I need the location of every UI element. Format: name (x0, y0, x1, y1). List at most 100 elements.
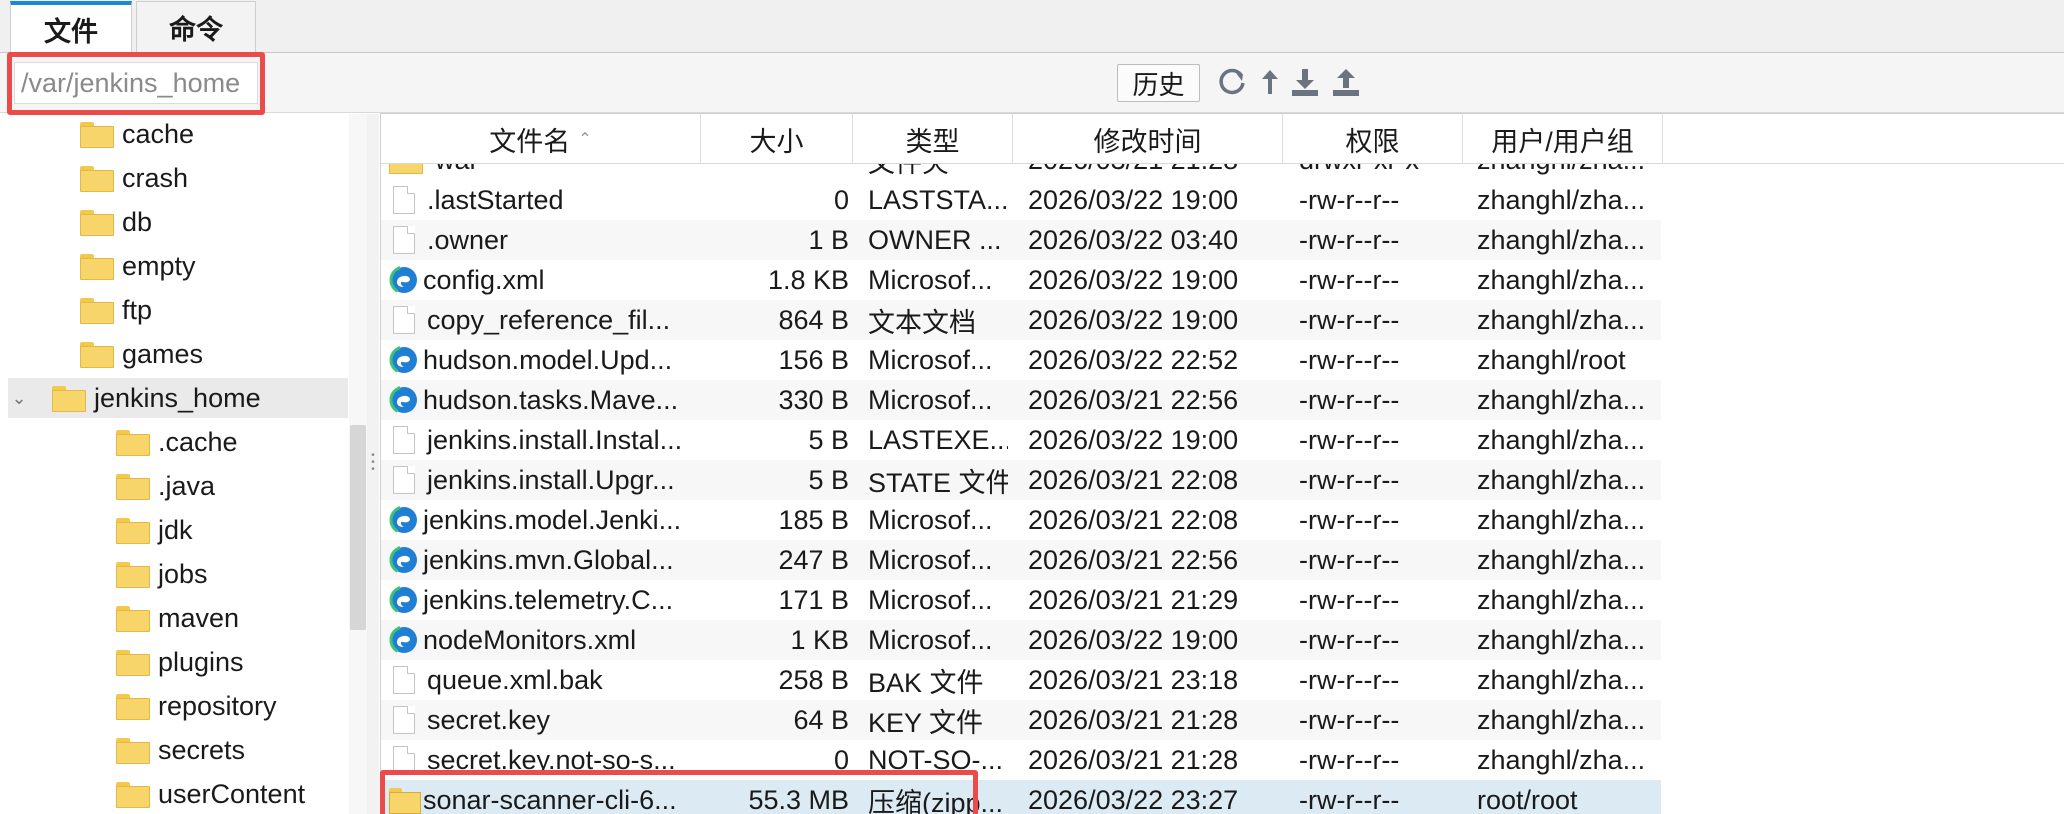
file-name: secret.key.not-so-s... (427, 744, 676, 775)
file-name: config.xml (423, 264, 545, 295)
tree-item-usercontent[interactable]: userContent (116, 774, 305, 814)
mtime-cell: 2026/03/22 22:52 (1028, 344, 1239, 375)
table-row[interactable]: jenkins.telemetry.C... 171 B Microsof... 20… (381, 580, 1661, 620)
size-cell: 330 B (778, 384, 849, 415)
table-row[interactable]: hudson.model.Upd... 156 B Microsof... 2026/… (381, 340, 1661, 380)
tree-item-secrets[interactable]: secrets (116, 730, 245, 770)
splitter-grip-icon: • • • (371, 450, 375, 475)
chevron-down-icon[interactable]: ⌄ (8, 388, 30, 409)
tree-item-jdk[interactable]: jdk (116, 510, 193, 550)
tree-item-repository[interactable]: repository (116, 686, 277, 726)
tree-scrollbar-thumb[interactable] (350, 425, 366, 630)
mtime-cell: 2026/03/22 03:40 (1028, 224, 1239, 255)
mtime-cell: 2026/03/21 22:56 (1028, 384, 1239, 415)
table-row[interactable]: .lastStarted 0 LASTSTA... 2026/03/22 19:00 -… (381, 180, 1661, 220)
tree-item-cache-sub[interactable]: .cache (116, 422, 238, 462)
permission-cell: -rw-r--r-- (1299, 584, 1400, 615)
upload-icon[interactable] (1329, 64, 1363, 100)
tree-item-ftp[interactable]: ftp (80, 290, 152, 330)
owner-cell: zhanghl/zha... (1477, 744, 1646, 775)
table-row[interactable]: secret.key.not-so-s... 0 NOT-SO-... 2026/03… (381, 740, 1661, 780)
size-cell: 0 (833, 744, 849, 775)
type-cell: BAK 文件 (868, 667, 984, 698)
tree-item-java[interactable]: .java (116, 466, 215, 506)
tree-item-maven[interactable]: maven (116, 598, 239, 638)
table-row[interactable]: sonar-scanner-cli-6... 55.3 MB 压缩(zipp... 2… (381, 780, 1661, 814)
history-button[interactable]: 历史 (1117, 64, 1200, 102)
table-row[interactable]: jenkins.install.Instal... 5 B LASTEXE... 20… (381, 420, 1661, 460)
column-label: 权限 (1345, 126, 1400, 157)
mtime-cell: 2026/03/22 23:27 (1028, 784, 1239, 814)
download-icon[interactable] (1288, 64, 1322, 100)
refresh-icon[interactable] (1215, 64, 1249, 100)
column-header-mtime[interactable]: 修改时间 (1013, 114, 1283, 164)
column-header-owner[interactable]: 用户/用户组 (1463, 114, 1663, 164)
table-row[interactable]: queue.xml.bak 258 B BAK 文件 2026/03/21 23:18… (381, 660, 1661, 700)
tab-command[interactable]: 命令 (136, 1, 256, 53)
name-cell: queue.xml.bak (389, 660, 701, 700)
tree-item-jobs[interactable]: jobs (116, 554, 208, 594)
tree-item-empty[interactable]: empty (80, 246, 196, 286)
tree-item-games[interactable]: games (80, 334, 203, 374)
permission-cell: -rw-r--r-- (1299, 744, 1400, 775)
file-icon (393, 306, 415, 334)
size-cell: 64 B (793, 704, 849, 735)
table-row[interactable]: secret.key 64 B KEY 文件 2026/03/21 21:28 -rw-… (381, 700, 1661, 740)
type-cell: 文件夹 (868, 164, 1008, 180)
table-row[interactable]: config.xml 1.8 KB Microsof... 2026/03/22 19… (381, 260, 1661, 300)
size-cell: 5 B (808, 424, 849, 455)
tree-item-cache[interactable]: cache (80, 114, 194, 154)
edge-browser-icon (389, 505, 419, 535)
type-cell: LASTSTA... (868, 184, 1008, 215)
go-up-icon[interactable] (1253, 64, 1287, 100)
tree-item-db[interactable]: db (80, 202, 152, 242)
edge-browser-icon (389, 385, 419, 415)
file-name: queue.xml.bak (427, 664, 603, 695)
owner-cell: zhanghl/zha... (1477, 264, 1646, 295)
name-cell: jenkins.model.Jenki... (389, 500, 701, 540)
size-cell: 156 B (778, 344, 849, 375)
file-icon (393, 746, 415, 774)
name-cell: war (389, 164, 701, 180)
name-cell: nodeMonitors.xml (389, 620, 701, 660)
tab-file[interactable]: 文件 (10, 1, 132, 54)
table-row[interactable]: jenkins.install.Upgr... 5 B STATE 文件 2026/0… (381, 460, 1661, 500)
sort-ascending-icon: ⌃ (578, 131, 592, 148)
table-row[interactable]: war 文件夹 2026/03/21 21:28 drwxr-xr-x zhan… (381, 164, 1661, 180)
tree-item-plugins[interactable]: plugins (116, 642, 244, 682)
tree-item-crash[interactable]: crash (80, 158, 188, 198)
column-header-permission[interactable]: 权限 (1283, 114, 1463, 164)
type-cell: LASTEXE... (868, 424, 1008, 455)
tree-item-label: .java (158, 470, 216, 501)
folder-icon (116, 518, 150, 544)
folder-icon (116, 474, 150, 500)
owner-cell: zhanghl/zha... (1477, 464, 1646, 495)
column-label: 大小 (749, 126, 804, 157)
table-row[interactable]: nodeMonitors.xml 1 KB Microsof... 2026/03/2… (381, 620, 1661, 660)
name-cell: jenkins.telemetry.C... (389, 580, 701, 620)
permission-cell: -rw-r--r-- (1299, 504, 1400, 535)
path-input[interactable] (14, 62, 258, 104)
column-header-type[interactable]: 类型 (853, 114, 1013, 164)
column-header-name[interactable]: 文件名 ⌃ (381, 114, 701, 164)
mtime-cell: 2026/03/21 21:28 (1028, 744, 1239, 775)
table-row[interactable]: jenkins.mvn.Global... 247 B Microsof... 202… (381, 540, 1661, 580)
file-name: jenkins.telemetry.C... (423, 584, 674, 615)
owner-cell: zhanghl/zha... (1477, 224, 1646, 255)
size-cell: 1 B (808, 224, 849, 255)
table-row[interactable]: jenkins.model.Jenki... 185 B Microsof... 20… (381, 500, 1661, 540)
name-cell: jenkins.mvn.Global... (389, 540, 701, 580)
permission-cell: -rw-r--r-- (1299, 544, 1400, 575)
table-row[interactable]: .owner 1 B OWNER ... 2026/03/22 03:40 -rw-r-… (381, 220, 1661, 260)
column-header-size[interactable]: 大小 (701, 114, 853, 164)
type-cell: 文本文档 (868, 307, 976, 338)
mtime-cell: 2026/03/21 21:29 (1028, 584, 1239, 615)
folder-icon (116, 606, 150, 632)
owner-cell: zhanghl/zha... (1477, 384, 1646, 415)
tree-item-label: jenkins_home (94, 382, 261, 413)
table-row[interactable]: hudson.tasks.Mave... 330 B Microsof... 2026… (381, 380, 1661, 420)
table-row[interactable]: copy_reference_fil... 864 B 文本文档 2026/03/22… (381, 300, 1661, 340)
owner-cell: zhanghl/zha... (1477, 704, 1646, 735)
file-name: nodeMonitors.xml (423, 624, 637, 655)
tree-item-jenkins-home[interactable]: ⌄ jenkins_home (8, 378, 348, 418)
